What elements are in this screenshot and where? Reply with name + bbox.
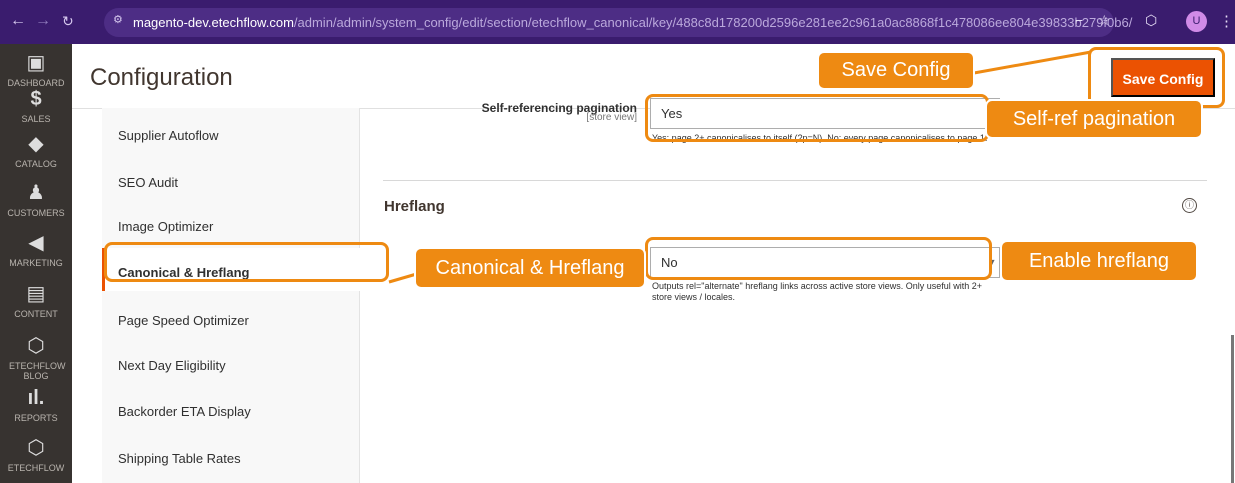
- sidebar-label: CUSTOMERS: [7, 208, 65, 218]
- sidebar-label: MARKETING: [9, 258, 63, 268]
- profile-avatar[interactable]: U: [1186, 11, 1207, 32]
- sidebar-item-content[interactable]: ▤ CONTENT: [0, 282, 72, 319]
- person-icon: ♟: [27, 182, 45, 204]
- self-ref-scope-label: [store view]: [586, 112, 637, 123]
- sidebar-label: CONTENT: [14, 309, 58, 319]
- sidebar-item-sales[interactable]: $ SALES: [0, 87, 72, 124]
- bar-chart-icon: ıl.: [27, 387, 45, 409]
- canonical-highlight: [104, 242, 389, 282]
- hreflang-section-title[interactable]: Hreflang: [384, 198, 445, 215]
- sidebar-item-marketing[interactable]: ◀ MARKETING: [0, 231, 72, 268]
- extensions-icon[interactable]: ⬡: [1145, 12, 1157, 29]
- config-nav-backorder-eta-display[interactable]: Backorder ETA Display: [118, 404, 251, 419]
- sidebar-label: SALES: [21, 114, 51, 124]
- hexagon-icon: ⬡: [27, 437, 45, 459]
- sidebar-label: ETECHFLOW BLOG: [9, 361, 66, 381]
- dollar-icon: $: [30, 88, 42, 110]
- sidebar-item-etechflow[interactable]: ⬡ ETECHFLOW: [0, 436, 72, 473]
- sidebar-item-reports[interactable]: ıl. REPORTS: [0, 386, 72, 423]
- config-nav-shipping-table-rates[interactable]: Shipping Table Rates: [118, 451, 241, 466]
- site-info-icon[interactable]: ⚙: [113, 13, 123, 26]
- config-nav-seo-audit[interactable]: SEO Audit: [118, 175, 178, 190]
- config-nav-page-speed-optimizer[interactable]: Page Speed Optimizer: [118, 313, 249, 328]
- sidebar-label: CATALOG: [15, 159, 57, 169]
- config-nav-next-day-eligibility[interactable]: Next Day Eligibility: [118, 358, 226, 373]
- collapse-icon[interactable]: ⓘ: [1182, 198, 1197, 213]
- url-path: /admin/admin/system_config/edit/section/…: [293, 15, 1133, 30]
- forward-arrow-icon: →: [35, 12, 51, 29]
- sidebar-item-dashboard[interactable]: ▣ DASHBOARD: [0, 51, 72, 88]
- dashboard-icon: ▣: [26, 52, 46, 74]
- content-icon: ▤: [26, 283, 46, 305]
- cube-icon: ◆: [28, 133, 44, 155]
- hreflang-highlight: [645, 237, 992, 280]
- sidebar-label: ETECHFLOW: [7, 463, 65, 473]
- hreflang-note: Outputs rel="alternate" hreflang links a…: [652, 281, 983, 302]
- canonical-callout: Canonical & Hreflang: [414, 247, 646, 289]
- reload-icon[interactable]: ↻: [62, 12, 74, 30]
- sidebar-item-catalog[interactable]: ◆ CATALOG: [0, 132, 72, 169]
- hexagon-icon: ⬡: [27, 335, 45, 357]
- section-divider: [383, 180, 1207, 181]
- save-config-callout: Save Config: [817, 51, 975, 90]
- sidebar-item-customers[interactable]: ♟ CUSTOMERS: [0, 181, 72, 218]
- sidebar-item-etechflow-blog[interactable]: ⬡ ETECHFLOW BLOG: [0, 334, 72, 381]
- url-domain: magento-dev.etechflow.com: [133, 15, 294, 30]
- sidebar-label: REPORTS: [14, 413, 58, 423]
- save-callout-line: [973, 50, 1092, 75]
- self-ref-highlight: [645, 94, 989, 142]
- enable-hreflang-callout: Enable hreflang: [1000, 240, 1198, 282]
- configuration-menu: [102, 108, 360, 483]
- scrollbar-thumb[interactable]: [1231, 335, 1234, 483]
- config-nav-image-optimizer[interactable]: Image Optimizer: [118, 219, 213, 234]
- url-display: magento-dev.etechflow.com/admin/admin/sy…: [133, 15, 1132, 30]
- self-ref-callout: Self-ref pagination: [985, 99, 1203, 139]
- star-icon[interactable]: ☆: [1098, 12, 1111, 29]
- config-nav-supplier-autoflow[interactable]: Supplier Autoflow: [118, 128, 218, 143]
- key-icon[interactable]: ⌐: [1075, 12, 1083, 28]
- back-arrow-icon[interactable]: ←: [10, 12, 26, 30]
- menu-icon[interactable]: ⋮: [1219, 12, 1234, 30]
- page-title: Configuration: [90, 64, 233, 91]
- megaphone-icon: ◀: [28, 232, 44, 254]
